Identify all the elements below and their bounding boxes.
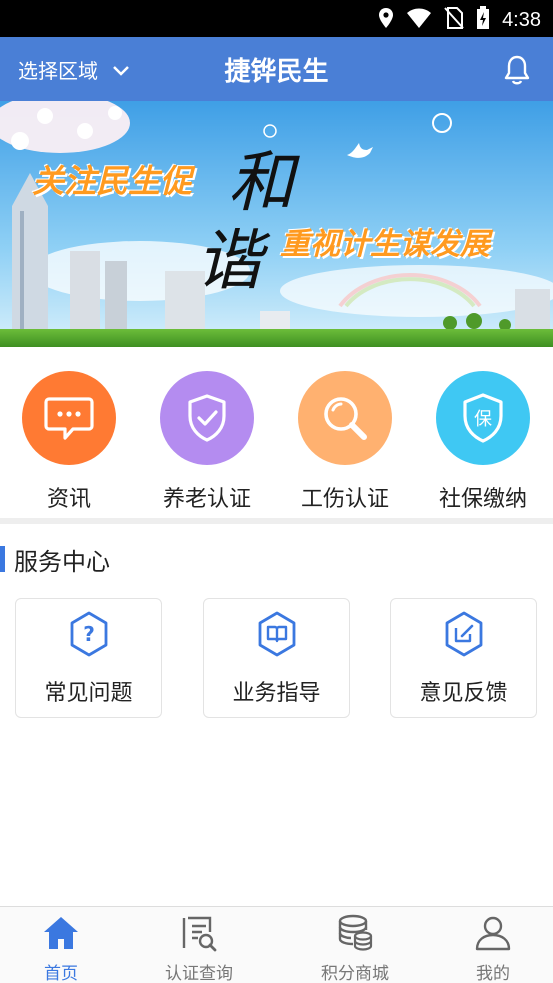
bottom-navigation: 首页 认证查询 积分商城 我的 xyxy=(0,906,553,983)
tab-auth-query[interactable]: 认证查询 xyxy=(130,913,268,983)
quick-action-label: 工伤认证 xyxy=(300,487,389,512)
quick-action-pension-auth[interactable]: 养老认证 xyxy=(138,371,276,513)
banner-calligraphy-xie: 谐 xyxy=(196,222,262,299)
service-card-label: 常见问题 xyxy=(44,681,133,706)
question-icon: ? xyxy=(16,611,161,661)
tab-home[interactable]: 首页 xyxy=(0,913,130,983)
dove-icon xyxy=(345,141,375,167)
coins-icon xyxy=(286,913,424,953)
promo-banner[interactable]: 关注民生促 和 谐 重视计生谋发展 xyxy=(0,101,553,347)
quick-action-label: 社保缴纳 xyxy=(438,487,527,512)
service-card-label: 业务指导 xyxy=(232,681,321,706)
service-card-label: 意见反馈 xyxy=(419,681,508,706)
user-icon xyxy=(424,913,553,953)
bell-icon[interactable] xyxy=(503,54,531,90)
quick-action-label: 资讯 xyxy=(46,487,91,512)
status-bar: 4:38 xyxy=(0,0,553,37)
no-sim-icon xyxy=(444,7,464,33)
quick-action-news[interactable]: 资讯 xyxy=(0,371,138,513)
tab-points-mall[interactable]: 积分商城 xyxy=(286,913,424,983)
app-header: 选择区域 捷铧民生 xyxy=(0,37,553,101)
tab-mine[interactable]: 我的 xyxy=(424,913,553,983)
banner-headline-left: 关注民生促 xyxy=(32,162,193,200)
message-icon xyxy=(22,371,116,465)
battery-icon xyxy=(476,6,490,34)
location-icon xyxy=(378,7,394,33)
tab-label: 积分商城 xyxy=(321,964,389,983)
service-card-guide[interactable]: 业务指导 xyxy=(203,598,350,718)
heading-accent-bar xyxy=(0,546,5,572)
magnifier-icon xyxy=(298,371,392,465)
home-icon xyxy=(0,913,130,953)
shield-check-icon xyxy=(160,371,254,465)
tab-label: 首页 xyxy=(44,964,78,983)
insurance-shield-icon: 保 xyxy=(436,371,530,465)
feedback-edit-icon xyxy=(391,611,536,661)
service-card-faq[interactable]: ? 常见问题 xyxy=(15,598,162,718)
service-card-feedback[interactable]: 意见反馈 xyxy=(390,598,537,718)
service-center-title: 服务中心 xyxy=(14,547,110,576)
tab-label: 我的 xyxy=(476,964,510,983)
guide-book-icon xyxy=(204,611,349,661)
quick-actions: 资讯 养老认证 工伤认证 保 社保缴纳 xyxy=(0,347,553,518)
app-title: 捷铧民生 xyxy=(224,57,329,87)
query-document-icon xyxy=(130,913,268,953)
service-center-heading: 服务中心 xyxy=(0,544,110,576)
banner-headline-right: 重视计生谋发展 xyxy=(280,227,490,262)
tab-label: 认证查询 xyxy=(165,964,233,983)
quick-action-label: 养老认证 xyxy=(162,487,251,512)
clock: 4:38 xyxy=(502,8,541,31)
quick-action-social-security[interactable]: 保 社保缴纳 xyxy=(414,371,552,513)
svg-text:?: ? xyxy=(83,622,95,646)
wifi-icon xyxy=(406,7,432,33)
section-divider xyxy=(0,518,553,524)
quick-action-injury-auth[interactable]: 工伤认证 xyxy=(276,371,414,513)
svg-text:保: 保 xyxy=(474,409,492,430)
